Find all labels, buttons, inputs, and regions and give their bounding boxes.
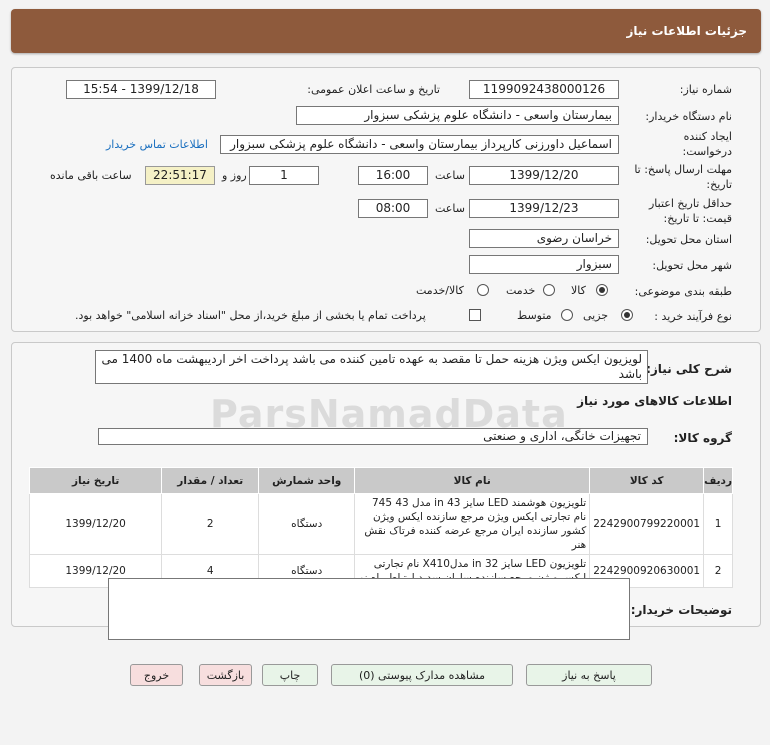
deadline-time-label: ساعت (435, 169, 465, 182)
item-name: تلویزیون هوشمند LED سایز 43 in مدل 43 74… (354, 493, 591, 555)
time-remaining-field: 22:51:17 (145, 166, 215, 185)
item-qty: 2 (161, 493, 260, 555)
item-code: 2242900799220001 (589, 493, 705, 555)
category-service-label: خدمت (506, 284, 536, 297)
creator-field: اسماعیل داورزنی کارپرداز بیمارستان واسعی… (220, 135, 619, 154)
deadline-date-field: 1399/12/20 (469, 166, 619, 185)
col-name: نام کالا (354, 467, 591, 494)
item-unit: دستگاه (258, 493, 356, 555)
need-number-field: 1199092438000126 (469, 80, 619, 99)
attachments-button[interactable]: مشاهده مدارک پیوستی (0) (331, 664, 513, 686)
creator-label: ایجاد کننده درخواست: (682, 130, 732, 158)
category-both-label: کالا/خدمت (416, 284, 464, 297)
exit-button[interactable]: خروج (130, 664, 183, 686)
print-button[interactable]: چاپ (262, 664, 318, 686)
treasury-payment-note: پرداخت تمام یا بخشی از مبلغ خرید،از محل … (75, 309, 426, 322)
col-date: تاریخ نیاز (28, 467, 163, 494)
validity-date-field: 1399/12/23 (469, 199, 619, 218)
announce-datetime-field: 1399/12/18 - 15:54 (66, 80, 216, 99)
purchase-type-label: نوع فرآیند خرید : (654, 310, 732, 323)
contact-info-link[interactable]: اطلاعات تماس خریدار (106, 138, 208, 151)
description-field: لویزیون ایکس ویژن هزینه حمل تا مقصد به ع… (95, 350, 648, 384)
time-remaining-label: ساعت باقی مانده (50, 169, 132, 182)
purchase-minor-radio[interactable] (621, 309, 633, 321)
city-label: شهر محل تحویل: (652, 259, 732, 272)
province-label: استان محل تحویل: (645, 233, 732, 246)
col-row: ردیف (703, 467, 733, 494)
purchase-minor-label: جزیی (583, 309, 609, 322)
goods-group-label: گروه کالا: (673, 431, 732, 445)
buyer-notes-field (108, 578, 630, 640)
city-field: سبزوار (469, 255, 619, 274)
validity-label: حداقل تاریخ اعتبار قیمت: تا تاریخ: (648, 197, 732, 225)
goods-table: ردیف کد کالا نام کالا واحد شمارش تعداد /… (28, 467, 733, 588)
deadline-label: مهلت ارسال پاسخ: تا تاریخ: (634, 163, 732, 191)
description-label: شرح کلی نیاز: (646, 362, 732, 376)
col-code: کد کالا (589, 467, 705, 494)
deadline-time-field: 16:00 (358, 166, 428, 185)
page-title: جزئیات اطلاعات نیاز (626, 24, 747, 38)
page-title-bar: جزئیات اطلاعات نیاز (11, 9, 761, 53)
row-number: 1 (703, 493, 733, 555)
buyer-label: نام دستگاه خریدار: (645, 110, 732, 123)
purchase-medium-label: متوسط (517, 309, 552, 322)
category-service-radio[interactable] (543, 284, 555, 296)
col-qty: تعداد / مقدار (161, 467, 260, 494)
buyer-field: بیمارستان واسعی - دانشگاه علوم پزشکی سبز… (296, 106, 619, 125)
category-both-radio[interactable] (477, 284, 489, 296)
need-number-label: شماره نیاز: (679, 83, 732, 96)
validity-time-field: 08:00 (358, 199, 428, 218)
validity-time-label: ساعت (435, 202, 465, 215)
days-label: روز و (222, 169, 247, 182)
category-label: طبقه بندی موضوعی: (634, 285, 732, 298)
buyer-notes-label: توضیحات خریدار: (630, 603, 732, 617)
goods-group-field: تجهیزات خانگی، اداری و صنعتی (98, 428, 648, 445)
category-goods-radio[interactable] (596, 284, 608, 296)
province-field: خراسان رضوی (469, 229, 619, 248)
table-row: 1 2242900799220001 تلویزیون هوشمند LED س… (28, 493, 733, 555)
goods-table-header: ردیف کد کالا نام کالا واحد شمارش تعداد /… (28, 467, 733, 494)
item-date: 1399/12/20 (28, 493, 163, 555)
reply-button[interactable]: پاسخ به نیاز (526, 664, 652, 686)
announce-label: تاریخ و ساعت اعلان عمومی: (307, 83, 440, 96)
goods-section-title: اطلاعات کالاهای مورد نیاز (577, 394, 732, 408)
back-button[interactable]: بازگشت (199, 664, 252, 686)
col-unit: واحد شمارش (258, 467, 356, 494)
treasury-payment-checkbox[interactable] (469, 309, 481, 321)
purchase-medium-radio[interactable] (561, 309, 573, 321)
category-goods-label: کالا (571, 284, 586, 297)
days-remaining-field: 1 (249, 166, 319, 185)
row-number: 2 (703, 554, 733, 588)
